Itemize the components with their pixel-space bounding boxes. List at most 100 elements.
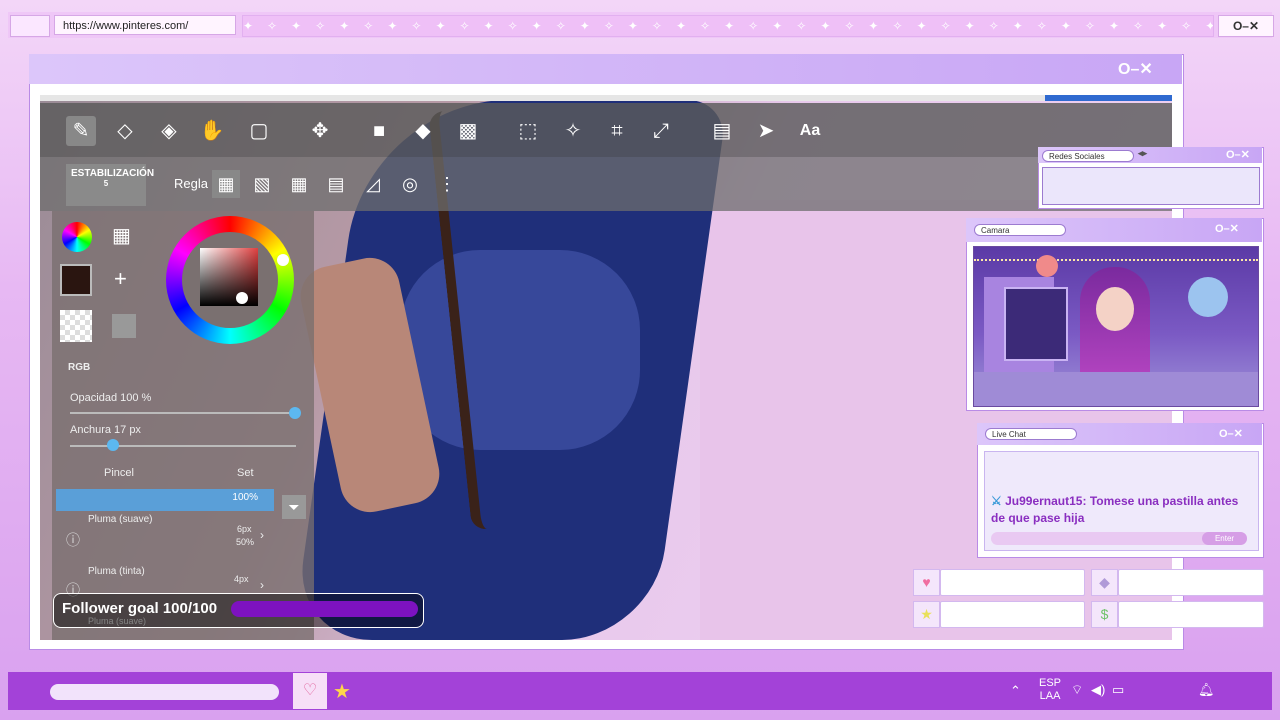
brush-size: 6px xyxy=(237,524,252,534)
color-wheel-tab-icon[interactable] xyxy=(62,222,92,252)
filter-icon[interactable]: ⏷ xyxy=(282,495,306,519)
chevron-right-icon[interactable]: › xyxy=(260,528,264,542)
palette-tab-icon[interactable]: ▦ xyxy=(112,224,136,248)
magic-wand-icon[interactable]: ✧ xyxy=(558,116,588,146)
width-slider[interactable] xyxy=(70,445,296,447)
sub-tool-bar: Regla ▦ ▧ ▦ ▤ ◿ ◎ ⋮ xyxy=(40,157,1172,211)
chevron-right-icon[interactable]: › xyxy=(260,578,264,592)
battery-icon[interactable]: ▭ xyxy=(1112,682,1124,698)
color-mode-label[interactable]: RGB xyxy=(68,362,90,373)
canvas-blue-highlight xyxy=(400,250,640,450)
stabilizer-button[interactable]: ESTABILIZACIÓN 5 xyxy=(66,164,155,206)
chat-window-controls[interactable]: O–✕ xyxy=(1219,427,1243,440)
chat-enter-button[interactable]: Enter xyxy=(1202,532,1247,545)
language-bottom: LAA xyxy=(1039,690,1061,702)
follower-goal-bar xyxy=(231,601,418,617)
pencil-icon[interactable]: ✎ xyxy=(66,116,96,146)
main-window-titlebar xyxy=(29,54,1182,84)
fill-square-icon[interactable]: ■ xyxy=(364,116,394,146)
cursor-icon[interactable]: ➤ xyxy=(751,116,781,146)
tab-set[interactable]: Set xyxy=(237,467,254,479)
webcam-feed xyxy=(973,246,1259,407)
language-indicator[interactable]: ESP LAA xyxy=(1039,677,1061,703)
chat-username: Ju99ernaut15: xyxy=(1005,494,1087,508)
opacity-slider-handle[interactable] xyxy=(289,407,301,419)
move-icon[interactable]: ✥ xyxy=(305,116,335,146)
eraser-icon[interactable]: ◇ xyxy=(110,116,140,146)
brush-list-item[interactable]: ⓘ Pluma (tinta) 4px › xyxy=(56,566,274,598)
main-window-controls[interactable]: O–✕ xyxy=(1118,59,1153,79)
grid-ruler-icon[interactable]: ▦ xyxy=(285,170,313,198)
stabilizer-label: ESTABILIZACIÓN xyxy=(71,168,155,179)
perspective-ruler-icon[interactable]: ▤ xyxy=(322,170,350,198)
avatar-face xyxy=(1096,287,1134,331)
chat-message: ⚔ Ju99ernaut15: Tomese una pastilla ante… xyxy=(991,493,1253,527)
brush-size: 4px xyxy=(234,574,249,584)
swatch-slot[interactable] xyxy=(112,314,136,338)
text-tool[interactable]: Aa xyxy=(795,116,825,146)
select-pen-icon[interactable]: ⌗ xyxy=(602,116,632,146)
current-color-swatch[interactable] xyxy=(60,264,92,296)
social-window-content xyxy=(1042,167,1260,205)
volume-icon[interactable]: ◀) xyxy=(1091,682,1105,698)
opacity-slider[interactable] xyxy=(70,412,296,414)
circle-ruler-icon[interactable]: ◎ xyxy=(396,170,424,198)
tool-bar: ✎ ◇ ◈ ✋ ▢ ✥ ■ ◆ ▩ ⬚ ✧ ⌗ ⤢ ▤ ➤ Aa xyxy=(40,103,1172,157)
color-picker-square[interactable] xyxy=(200,248,258,306)
parallel-ruler-icon[interactable]: ▧ xyxy=(248,170,276,198)
stat-box-star xyxy=(940,601,1085,628)
color-handle[interactable] xyxy=(236,292,248,304)
hand-icon[interactable]: ✋ xyxy=(197,116,227,146)
sparkle-decoration: ✦✧✦✧✦✧✦✧✦✧✦✧✦✧✦✧✦✧✦✧✦✧✦✧✦✧✦✧✦✧✦✧✦✧✦✧✦✧✦✧… xyxy=(242,15,1214,37)
selection-icon[interactable]: ⬚ xyxy=(513,116,543,146)
stat-box-dollar xyxy=(1118,601,1264,628)
tab-brush[interactable]: Pincel xyxy=(104,467,134,479)
star-icon: ★ xyxy=(913,601,940,628)
loading-fill xyxy=(1045,95,1172,101)
taskbar-search[interactable] xyxy=(50,684,279,700)
chart-ruler-icon[interactable]: ▦ xyxy=(212,170,240,198)
planet-decoration xyxy=(1036,255,1058,277)
stat-box-heart xyxy=(940,569,1085,596)
add-color-icon[interactable]: + xyxy=(114,266,127,292)
loading-track xyxy=(40,95,1172,101)
bucket-icon[interactable]: ◆ xyxy=(408,116,438,146)
browser-window-controls[interactable]: O–✕ xyxy=(1218,15,1274,37)
social-window-controls[interactable]: O–✕ xyxy=(1226,148,1250,161)
heart-icon[interactable]: ♡ xyxy=(293,673,327,709)
active-brush-row[interactable]: 100% xyxy=(56,489,274,511)
width-label: Anchura 17 px xyxy=(70,424,141,436)
star-icon[interactable]: ★ xyxy=(333,679,351,704)
gradient-icon[interactable]: ▩ xyxy=(453,116,483,146)
sword-icon: ⚔ xyxy=(991,494,1002,508)
blur-eraser-icon[interactable]: ◈ xyxy=(154,116,184,146)
follower-goal-label: Follower goal 100/100 xyxy=(62,600,218,617)
camera-window-title: Camara xyxy=(974,224,1066,236)
camera-window-controls[interactable]: O–✕ xyxy=(1215,222,1239,235)
chat-window-title: Live Chat xyxy=(985,428,1077,440)
radial-ruler-icon[interactable]: ◿ xyxy=(359,170,387,198)
brush-name: Pluma (suave) xyxy=(88,514,153,525)
wifi-icon[interactable]: ⌔ xyxy=(1071,682,1083,698)
width-slider-handle[interactable] xyxy=(107,439,119,451)
rectangle-icon[interactable]: ▢ xyxy=(244,116,274,146)
transform-icon[interactable]: ⤢ xyxy=(646,116,676,146)
language-top: ESP xyxy=(1039,677,1062,689)
address-bar[interactable]: https://www.pinteres.com/ xyxy=(54,15,236,35)
info-icon[interactable]: ⓘ xyxy=(66,530,80,550)
layer-icon[interactable]: ▤ xyxy=(707,116,737,146)
brush-list-item[interactable]: ⓘ Pluma (suave) 6px 50% › xyxy=(56,512,274,568)
dollar-icon: $ xyxy=(1091,601,1118,628)
string-lights xyxy=(974,259,1258,263)
browser-left-button[interactable] xyxy=(10,15,50,37)
nav-arrows-icon[interactable]: ◂▸ xyxy=(1138,148,1147,159)
heart-icon: ♥ xyxy=(913,569,940,596)
transparent-swatch[interactable] xyxy=(60,310,92,342)
hue-handle[interactable] xyxy=(277,254,289,266)
notification-icon[interactable]: 🔔︎ xyxy=(1198,682,1215,698)
stabilizer-value: 5 xyxy=(103,179,109,188)
ruler-label[interactable]: Regla xyxy=(166,170,216,198)
chevron-up-icon[interactable]: ⌃ xyxy=(1010,683,1021,699)
more-icon[interactable]: ⋮ xyxy=(433,170,461,198)
opacity-label: Opacidad 100 % xyxy=(70,392,152,404)
